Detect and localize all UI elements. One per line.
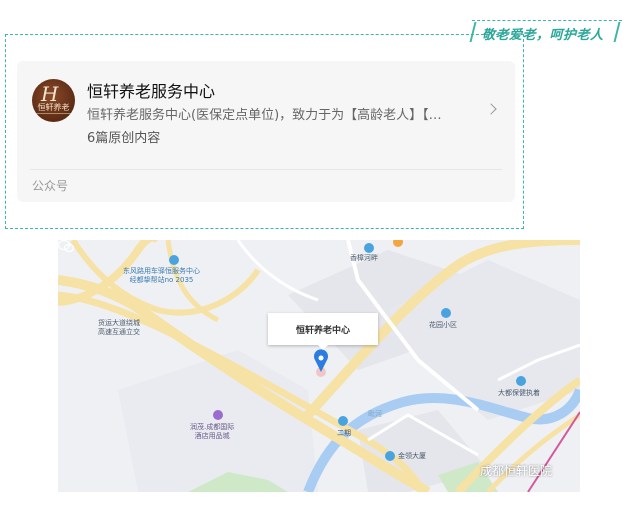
location-callout[interactable]: 恒轩养老中心 [268,313,378,350]
slogan-dashed-line [472,20,622,21]
location-map[interactable]: 东风路用车驿恒服务中心 经都挚帮站no 2035 货运大道绕城 高速互通立交 香樟河… [58,240,580,492]
card-divider [30,169,502,170]
avatar-divider [32,113,75,114]
avatar-brand: 恒轩养老 [37,103,70,112]
avatar: H 恒轩养老 [32,79,75,122]
poi-huayuan-label: 花园小区 [429,321,457,329]
poi-taibao-label: 大都保健执着 [498,389,540,397]
poi-shop-label: 润茂.成都国际 酒店用品城 [190,423,235,440]
slogan-bar-right [613,22,621,42]
article-count: 6篇原创内容 [87,131,161,146]
wechat-icon [58,240,74,252]
account-type-label: 公众号 [32,179,69,193]
account-name: 恒轩养老服务中心 [87,82,216,101]
account-description: 恒轩养老服务中心(医保定点单位)，致力于为【高龄老人】【… [87,108,442,123]
poi-bus-station-label: 东风路用车驿恒服务中心 经都挚帮站no 2035 [123,267,200,284]
poi-river-label: 毗河 [368,410,382,418]
watermark-text: 成都恒轩医院 [480,464,553,478]
account-card[interactable]: H 恒轩养老 恒轩养老服务中心 恒轩养老服务中心(医保定点单位)，致力于为【高龄… [17,61,515,202]
poi-interchange-label: 货运大道绕城 高速互通立交 [98,319,140,336]
poi-jinyi-label: 金领大厦 [398,452,426,460]
poi-xiangshuhe-label: 香樟河畔 [350,254,378,262]
poi-erqi-label: 二期 [337,429,351,437]
chevron-right-icon[interactable] [485,103,497,115]
